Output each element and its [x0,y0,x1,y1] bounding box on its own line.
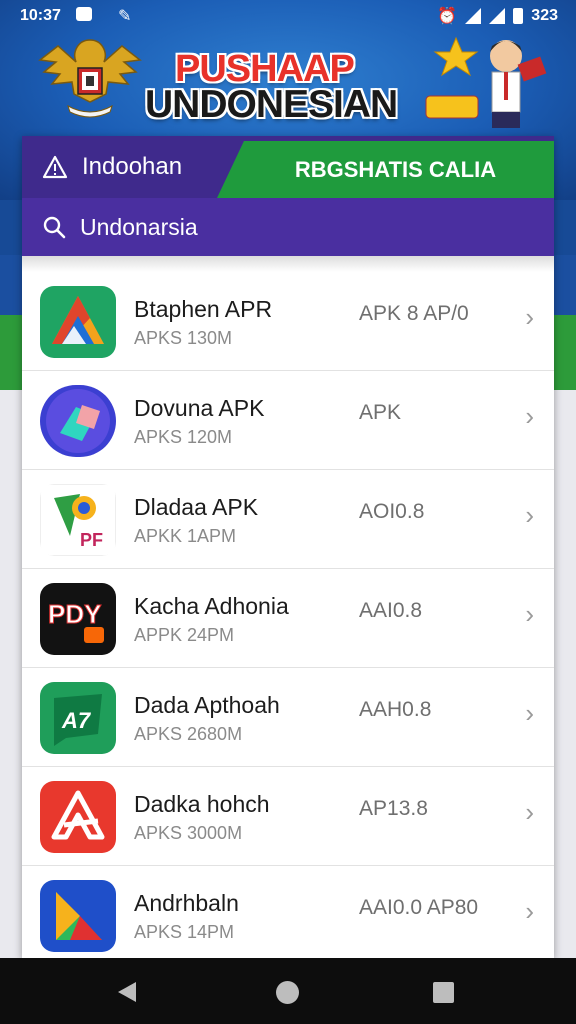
status-right-text: 323 [531,7,558,24]
svg-text:PDY: PDY [48,599,101,629]
list-item[interactable]: Andrhbaln APKS 14PM AAI0.0 AP80 › [22,866,554,958]
app-name: Btaphen APR [134,296,273,322]
app-size: APPK 24PM [134,625,235,645]
mascot-illustration-icon [425,36,547,128]
a7-chat-icon: A7 [40,682,116,754]
notification-icon [76,7,92,21]
tab-indoohan[interactable]: Indoohan [22,136,237,198]
app-version: APK [359,401,402,424]
pdx-icon: PDY [40,583,116,655]
notification-pen-icon: ✎ [118,8,132,25]
app-size: APKS 130M [134,328,233,348]
home-icon[interactable] [276,981,299,1004]
wifi-icon [465,8,482,24]
app-name: Dladaa APK [134,494,259,520]
red-a-icon [40,781,116,853]
warning-icon [42,155,68,179]
drive-triangle-icon [40,286,116,358]
pf-maps-icon: PF [40,484,116,556]
app-name: Kacha Adhonia [134,593,289,619]
list-item[interactable]: Btaphen APR APKS 130M APK 8 AP/0 › [22,272,554,371]
tab-bar: Indoohan RBGSHATIS CALIA [22,136,554,198]
brand-title-line2: UNDONESIAN [145,83,398,126]
battery-icon [513,8,524,24]
app-size: APKS 3000M [134,823,243,843]
recents-icon[interactable] [433,982,454,1003]
chevron-right-icon: › [525,599,534,629]
app-name: Dadka hohch [134,791,270,817]
app-name: Dovuna APK [134,395,265,421]
list-item[interactable]: Dovuna APK APKS 120M APK › [22,371,554,470]
search-bar[interactable]: Undonarsia [22,198,554,256]
list-item[interactable]: PF Dladaa APK APKK 1APM AOI0.8 › [22,470,554,569]
play-triangle-icon [40,880,116,952]
chevron-right-icon: › [525,500,534,530]
app-version: AAH0.8 [359,698,432,721]
tab-rbgshatis[interactable]: RBGSHATIS CALIA [217,141,554,198]
status-bar: 10:37 ✎ ⏰ 323 [0,0,576,32]
app-size: APKS 120M [134,427,233,447]
app-list: Btaphen APR APKS 130M APK 8 AP/0 › Dovun… [22,272,554,958]
app-name: Andrhbaln [134,890,239,916]
garuda-emblem-icon [38,39,142,118]
search-input[interactable]: Undonarsia [80,214,198,241]
alarm-icon: ⏰ [437,8,458,25]
app-name: Dada Apthoah [134,692,280,718]
chevron-right-icon: › [525,698,534,728]
status-icons: ⏰ 323 [437,6,558,26]
chevron-right-icon: › [525,797,534,827]
list-item[interactable]: A7 Dada Apthoah APKS 2680M AAH0.8 › [22,668,554,767]
app-size: APKS 14PM [134,922,235,942]
svg-text:A7: A7 [61,708,92,733]
tab-rbgshatis-label: RBGSHATIS CALIA [294,156,497,182]
app-version: AAI0.0 AP80 [359,896,479,919]
app-version: AP13.8 [359,797,428,820]
tab-indoohan-label: Indoohan [82,153,183,180]
list-top-divider [22,256,554,272]
search-icon [43,216,66,239]
app-size: APKS 2680M [134,724,243,744]
list-item[interactable]: Dadka hohch APKS 3000M AP13.8 › [22,767,554,866]
chevron-right-icon: › [525,401,534,431]
app-list-panel: Indoohan RBGSHATIS CALIA Undonarsia Btap… [22,136,554,958]
signal-icon [489,8,506,24]
eraser-icon [40,385,116,457]
app-size: APKK 1APM [134,526,237,546]
svg-text:PF: PF [80,530,103,550]
app-version: AAI0.8 [359,599,423,622]
chevron-right-icon: › [525,302,534,332]
chevron-right-icon: › [525,896,534,926]
app-version: AOI0.8 [359,500,425,523]
status-time: 10:37 [20,7,61,24]
app-version: APK 8 AP/0 [359,302,469,325]
back-icon[interactable] [118,982,136,1002]
list-item[interactable]: PDY Kacha Adhonia APPK 24PM AAI0.8 › [22,569,554,668]
